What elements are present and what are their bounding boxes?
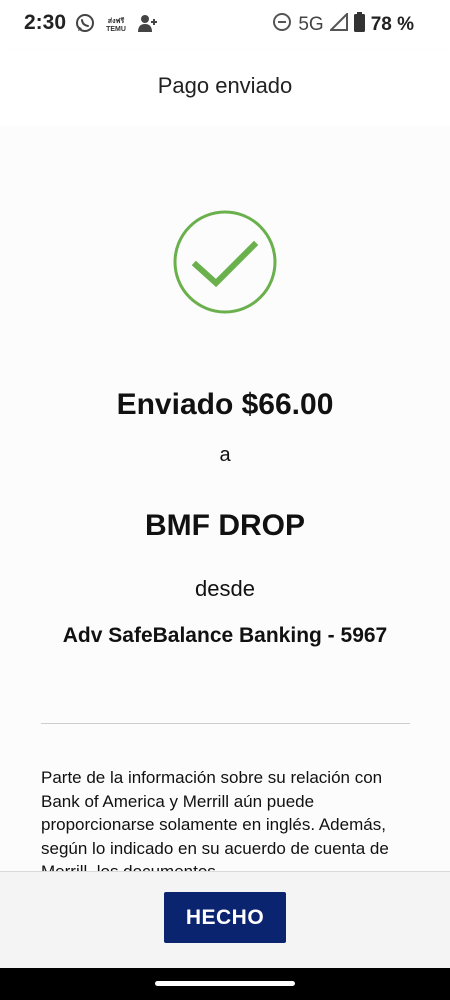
- source-account: Adv SafeBalance Banking - 5967: [62, 624, 388, 647]
- home-gesture-handle[interactable]: [155, 981, 295, 986]
- success-check-icon: [172, 209, 278, 315]
- to-label: a: [219, 444, 231, 466]
- app-header: Pago enviado: [0, 50, 450, 126]
- person-add-icon: [137, 13, 159, 38]
- status-right: 5G 78 %: [272, 11, 414, 37]
- battery-icon: [353, 12, 365, 37]
- temu-icon: ส่งฟรี TEMU: [106, 17, 126, 33]
- divider: [41, 723, 410, 724]
- from-label: desde: [195, 576, 255, 601]
- whatsapp-icon: [75, 13, 95, 38]
- system-nav-bar: [0, 968, 450, 1000]
- status-time: 2:30: [24, 11, 67, 34]
- done-button[interactable]: HECHO: [164, 892, 286, 943]
- signal-icon: [328, 11, 348, 36]
- sent-amount: Enviado $66.00: [116, 388, 334, 421]
- status-bar: 2:30 ส่งฟรี TEMU 5G 78 %: [0, 0, 450, 50]
- battery-percent: 78 %: [370, 13, 414, 35]
- notification-icons: ส่งฟรี TEMU: [75, 13, 159, 38]
- page-title: Pago enviado: [157, 73, 293, 98]
- footer-bar: HECHO: [0, 871, 450, 969]
- recipient-name: BMF DROP: [145, 509, 305, 542]
- network-type: 5G: [298, 13, 324, 35]
- confirmation-content[interactable]: Enviado $66.00 a BMF DROP desde Adv Safe…: [0, 126, 450, 871]
- disclaimer-text: Parte de la información sobre su relació…: [41, 768, 389, 871]
- do-not-disturb-icon: [272, 12, 292, 37]
